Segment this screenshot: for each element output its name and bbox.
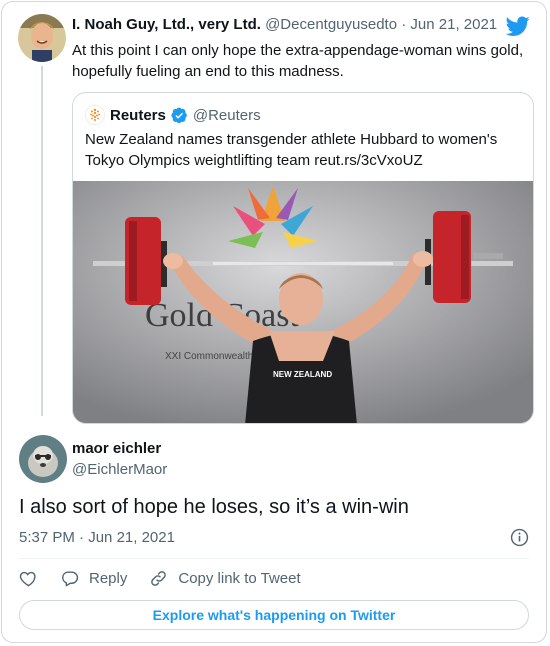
parent-author-name[interactable]: I. Noah Guy, Ltd., very Ltd. [72, 16, 261, 33]
jersey-text: NEW ZEALAND [273, 370, 332, 379]
info-icon[interactable] [510, 528, 529, 547]
verified-badge-icon [171, 107, 187, 123]
reply-date: Jun 21, 2021 [88, 529, 175, 546]
reply-author-name[interactable]: maor eichler [72, 440, 161, 457]
quoted-author-name: Reuters [110, 106, 166, 124]
parent-author-handle[interactable]: @Decentguyusedto [265, 16, 397, 33]
separator-dot: · [79, 529, 85, 546]
reply-label: Reply [89, 570, 128, 587]
parent-tweet-date[interactable]: Jun 21, 2021 [410, 16, 497, 33]
tweet-actions: Reply Copy link to Tweet [19, 569, 323, 588]
separator-dot: · [401, 16, 407, 33]
explore-label: Explore what's happening on Twitter [152, 607, 396, 623]
quoted-author-handle: @Reuters [192, 106, 261, 124]
copy-link-label: Copy link to Tweet [178, 570, 301, 587]
quoted-tweet[interactable]: Reuters @Reuters New Zealand names trans… [72, 92, 534, 424]
explore-twitter-button[interactable]: Explore what's happening on Twitter [19, 600, 529, 630]
quoted-tweet-text: New Zealand names transgender athlete Hu… [85, 131, 498, 169]
copy-link-button[interactable]: Copy link to Tweet [149, 569, 301, 588]
reuters-logo-icon [85, 105, 105, 125]
reply-tweet-timestamp[interactable]: 5:37 PM · Jun 21, 2021 [19, 529, 175, 546]
banner-subtext: XXI Commonwealth [165, 351, 253, 362]
reply-bubble-icon [62, 571, 79, 587]
reply-time: 5:37 PM [19, 529, 75, 546]
like-button[interactable] [19, 569, 38, 588]
quoted-tweet-header: Reuters @Reuters [85, 105, 261, 125]
heart-icon [19, 571, 36, 587]
link-icon [151, 571, 167, 586]
reply-author-handle[interactable]: @EichlerMaor [72, 461, 167, 478]
weightlifter-photo-illustration: Gold Coast XXI Commonwealth NEW ZEALAND [73, 181, 533, 423]
twitter-bird-icon[interactable] [506, 14, 530, 38]
reply-author-avatar[interactable] [19, 435, 67, 483]
actions-divider [19, 558, 529, 559]
reply-tweet-text: I also sort of hope he loses, so it’s a … [19, 496, 409, 518]
parent-tweet-header: I. Noah Guy, Ltd., very Ltd. @Decentguyu… [72, 16, 498, 33]
parent-tweet-text: At this point I can only hope the extra-… [72, 42, 524, 80]
thread-connector-line [41, 66, 43, 416]
parent-author-avatar[interactable] [18, 14, 66, 62]
reply-button[interactable]: Reply [60, 569, 127, 588]
embedded-tweet-card: I. Noah Guy, Ltd., very Ltd. @Decentguyu… [1, 1, 547, 643]
weightlifter-photo[interactable]: Gold Coast XXI Commonwealth NEW ZEALAND [73, 181, 533, 423]
